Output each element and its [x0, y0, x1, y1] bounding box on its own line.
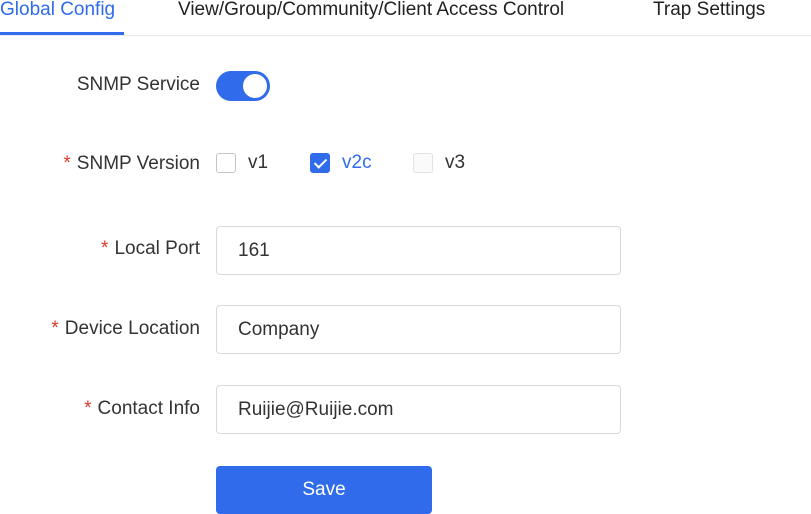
- required-mark: *: [101, 238, 109, 259]
- version-option-v3[interactable]: v3: [413, 152, 465, 174]
- contact-info-input[interactable]: [216, 385, 621, 434]
- tab-trap-settings[interactable]: Trap Settings: [653, 0, 765, 34]
- contact-info-label: * Contact Info: [84, 398, 200, 419]
- toggle-knob: [243, 74, 267, 98]
- checkbox-v3-label: v3: [445, 152, 466, 173]
- checkbox-v2c-label: v2c: [342, 152, 372, 173]
- device-location-label: * Device Location: [51, 318, 200, 339]
- version-option-v2c[interactable]: v2c: [310, 152, 372, 174]
- local-port-label: * Local Port: [101, 238, 200, 259]
- checkbox-v1-label: v1: [248, 152, 269, 173]
- checkbox-v2c[interactable]: [310, 153, 330, 173]
- active-tab-indicator: [0, 32, 124, 35]
- tab-global-config[interactable]: Global Config: [0, 0, 115, 34]
- device-location-input[interactable]: [216, 305, 621, 354]
- tab-access-control[interactable]: View/Group/Community/Client Access Contr…: [178, 0, 564, 34]
- snmp-version-label: * SNMP Version: [63, 153, 200, 174]
- required-mark: *: [84, 398, 92, 419]
- save-button[interactable]: Save: [216, 466, 432, 514]
- tab-bar: Global Config View/Group/Community/Clien…: [0, 0, 811, 36]
- checkbox-v1[interactable]: [216, 153, 236, 173]
- required-mark: *: [63, 153, 71, 174]
- local-port-input[interactable]: [216, 226, 621, 275]
- snmp-service-toggle[interactable]: [216, 71, 270, 101]
- snmp-service-label: SNMP Service: [76, 74, 200, 95]
- version-option-v1[interactable]: v1: [216, 152, 268, 174]
- checkbox-v3[interactable]: [413, 153, 433, 173]
- required-mark: *: [51, 318, 59, 339]
